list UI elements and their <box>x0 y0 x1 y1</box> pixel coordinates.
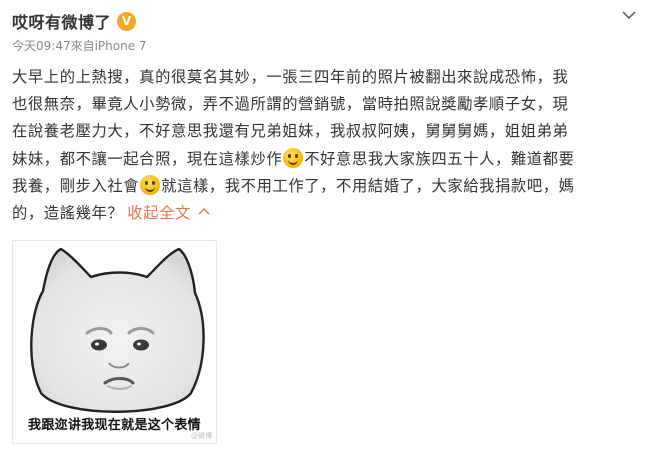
text-segment: 大早上的上熱搜，真的很莫名其妙，一張三四年前的照片被翻出來說成恐怖，我 <box>12 68 569 86</box>
text-segment: 就這樣，我不用工作了，不用結婚了，大家給我捐款吧，媽 <box>161 176 575 195</box>
post-text: 大早上的上熱搜，真的很莫名其妙，一張三四年前的照片被翻出來說成恐怖，我 也很無奈… <box>12 64 644 227</box>
text-segment: 不好意思我大家族四五十人，難道都要 <box>304 149 575 168</box>
chevron-up-icon[interactable] <box>197 205 211 219</box>
image-caption: 我跟迩讲我现在就是这个表情 <box>28 418 201 433</box>
smile-emoji-icon <box>140 174 161 195</box>
post-meta: 今天09:47來自iPhone 7 <box>12 37 147 54</box>
post-line: 也很無奈，畢竟人小勢微，弄不過所謂的營銷號，當時拍照說獎勵孝順子女，現 <box>12 91 644 118</box>
chevron-down-icon[interactable] <box>618 4 640 26</box>
post-time[interactable]: 今天09:47 <box>12 39 71 53</box>
post-line: 在說養老壓力大，不好意思我還有兄弟姐妹，我叔叔阿姨，舅舅舅媽，姐姐弟弟 <box>12 118 644 145</box>
verified-badge-icon: V <box>117 11 137 31</box>
post-header: 哎呀有微博了 V <box>12 9 137 33</box>
post-image[interactable]: 我跟迩讲我现在就是这个表情 @微博 <box>12 240 217 444</box>
text-segment: 的，造謠幾年？ <box>12 204 124 223</box>
image-watermark: @微博 <box>191 432 212 440</box>
username[interactable]: 哎呀有微博了 <box>12 9 111 33</box>
post-source[interactable]: 來自iPhone 7 <box>71 39 147 53</box>
post-line: 大早上的上熱搜，真的很莫名其妙，一張三四年前的照片被翻出來說成恐怖，我 <box>12 64 644 91</box>
text-segment: 在說養老壓力大，不好意思我還有兄弟姐妹，我叔叔阿姨，舅舅舅媽，姐姐弟弟 <box>12 122 569 141</box>
text-segment: 妹妹，都不讓一起合照，現在這樣炒作 <box>12 149 283 168</box>
post-line: 我養，剛步入社會 就這樣，我不用工作了，不用結婚了，大家給我捐款吧，媽 <box>12 173 644 200</box>
collapse-link[interactable]: 收起全文 <box>127 204 191 222</box>
smile-emoji-icon <box>283 147 304 168</box>
post-line: 妹妹，都不讓一起合照，現在這樣炒作 不好意思我大家族四五十人，難道都要 <box>12 146 644 173</box>
text-segment: 也很無奈，畢竟人小勢微，弄不過所謂的營銷號，當時拍照說獎勵孝順子女，現 <box>12 95 569 114</box>
text-segment: 我養，剛步入社會 <box>12 176 140 195</box>
post-line: 的，造謠幾年？ 收起全文 <box>12 200 644 227</box>
